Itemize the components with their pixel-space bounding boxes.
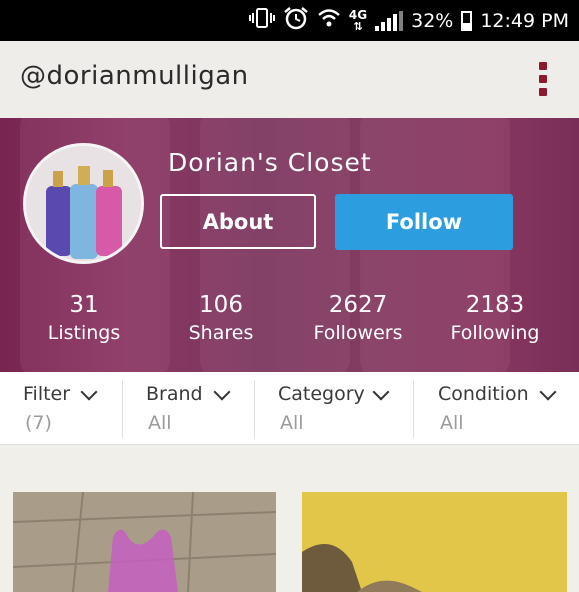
vibrate-icon bbox=[248, 7, 275, 34]
chevron-down-icon bbox=[80, 383, 98, 401]
brand-value: All bbox=[148, 412, 172, 434]
clock: 12:49 PM bbox=[480, 9, 569, 32]
category-value: All bbox=[280, 412, 304, 434]
listing-card[interactable] bbox=[302, 492, 567, 592]
divider bbox=[254, 380, 255, 438]
filter-dropdown[interactable]: Filter (7) bbox=[23, 372, 123, 444]
listing-card[interactable] bbox=[13, 492, 276, 592]
stat-followers[interactable]: 2627 Followers bbox=[290, 288, 426, 344]
profile-stats: 31 Listings 106 Shares 2627 Followers 21… bbox=[0, 288, 579, 358]
stat-value: 106 bbox=[199, 292, 243, 318]
category-dropdown[interactable]: Category All bbox=[278, 372, 410, 444]
filter-label: Filter bbox=[23, 383, 71, 405]
stat-label: Followers bbox=[313, 322, 403, 344]
stat-shares[interactable]: 106 Shares bbox=[153, 288, 289, 344]
divider bbox=[413, 380, 414, 438]
stat-label: Shares bbox=[188, 322, 254, 344]
stat-listings[interactable]: 31 Listings bbox=[16, 288, 152, 344]
condition-label: Condition bbox=[438, 383, 529, 405]
stat-value: 31 bbox=[69, 292, 99, 318]
overflow-menu-icon[interactable] bbox=[539, 62, 549, 98]
listing-grid bbox=[0, 445, 579, 592]
follow-button[interactable]: Follow bbox=[335, 194, 513, 250]
profile-header: Dorian's Closet About Follow 31 Listings… bbox=[0, 118, 579, 372]
condition-dropdown[interactable]: Condition All bbox=[438, 372, 568, 444]
alarm-icon bbox=[283, 6, 309, 35]
network-4g-icon: 4G ⇅ bbox=[348, 7, 368, 33]
stat-label: Listings bbox=[47, 322, 121, 344]
signal-icon bbox=[375, 10, 404, 31]
app-bar: @dorianmulligan bbox=[0, 41, 579, 119]
stat-label: Following bbox=[450, 322, 540, 344]
username-handle: @dorianmulligan bbox=[20, 61, 249, 91]
chevron-down-icon bbox=[539, 383, 557, 401]
battery-percent: 32% bbox=[411, 9, 454, 32]
stat-following[interactable]: 2183 Following bbox=[427, 288, 563, 344]
status-bar: 4G ⇅ 32% 12:49 PM bbox=[0, 0, 579, 41]
stat-value: 2627 bbox=[328, 292, 388, 318]
filter-bar: Filter (7) Brand All Category All Condit… bbox=[0, 372, 579, 445]
brand-label: Brand bbox=[146, 383, 203, 405]
condition-value: All bbox=[440, 412, 464, 434]
divider bbox=[122, 380, 123, 438]
avatar[interactable] bbox=[23, 143, 144, 264]
brand-dropdown[interactable]: Brand All bbox=[146, 372, 251, 444]
chevron-down-icon bbox=[372, 383, 390, 401]
chevron-down-icon bbox=[213, 383, 231, 401]
closet-title: Dorian's Closet bbox=[168, 148, 372, 177]
battery-icon bbox=[461, 10, 473, 31]
category-label: Category bbox=[278, 383, 365, 405]
about-button[interactable]: About bbox=[160, 194, 316, 249]
filter-value: (7) bbox=[25, 412, 52, 434]
wifi-icon bbox=[317, 7, 341, 34]
stat-value: 2183 bbox=[465, 292, 525, 318]
